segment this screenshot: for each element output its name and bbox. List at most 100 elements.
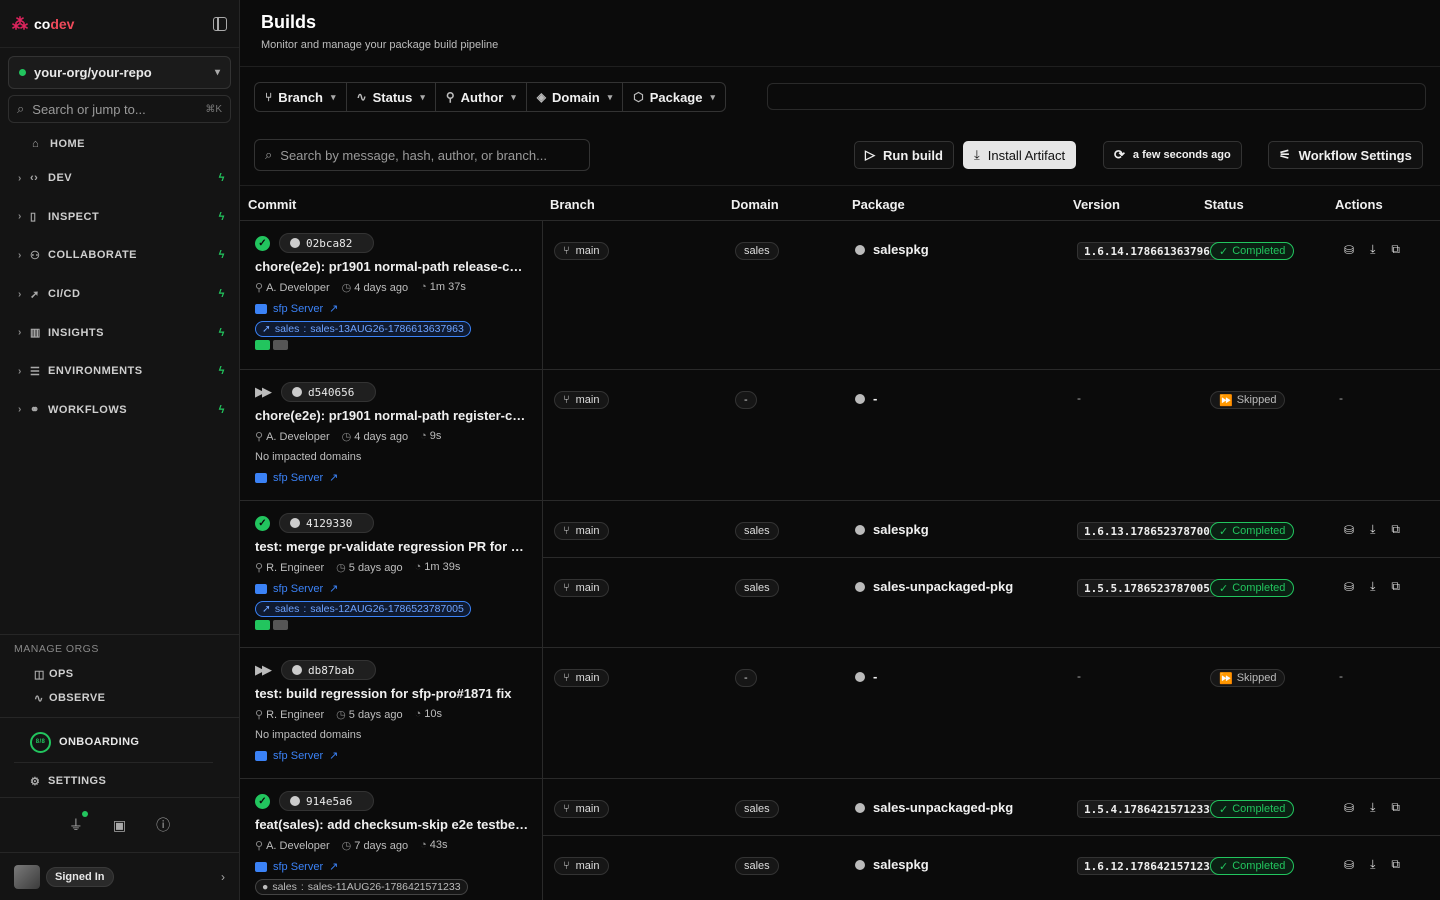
sidebar-item-dev[interactable]: › ‹› DEV ϟ bbox=[0, 159, 239, 198]
plug-icon[interactable]: ⏚ bbox=[69, 811, 88, 835]
sidebar-item-workflows[interactable]: › ⚭ WORKFLOWS ϟ bbox=[0, 391, 239, 430]
env-swatch[interactable] bbox=[273, 340, 288, 350]
commit-age: 5 days ago bbox=[348, 709, 403, 721]
deploy-icon[interactable]: ⛁ bbox=[1344, 858, 1354, 872]
package-row[interactable]: ⑂ main sales salespkg 1.6.12.178642157123… bbox=[543, 835, 1440, 891]
sidebar-item-ops[interactable]: ◫ OPS bbox=[0, 662, 239, 686]
commit-message[interactable]: feat(sales): add checksum-skip e2e testb… bbox=[255, 817, 530, 832]
page-title: Builds bbox=[261, 12, 317, 32]
clipboard-check-icon[interactable]: ▣ bbox=[113, 817, 126, 834]
package-row[interactable]: ⑂ main - - - ⏩ Skipped - bbox=[543, 648, 1440, 704]
env-swatch[interactable] bbox=[255, 620, 270, 630]
sidebar-item-collaborate[interactable]: › ⚇ COLLABORATE ϟ bbox=[0, 236, 239, 275]
copy-icon[interactable]: ⧉ bbox=[1391, 800, 1400, 815]
filter-status[interactable]: ∿ Status ▾ bbox=[347, 83, 436, 111]
refresh-button[interactable]: ⟳ a few seconds ago bbox=[1103, 141, 1242, 169]
copy-icon[interactable]: ⧉ bbox=[1391, 579, 1400, 594]
commit-hash-badge[interactable]: 4129330 bbox=[279, 513, 374, 533]
package-row[interactable]: ⑂ main sales sales-unpackaged-pkg 1.5.5.1… bbox=[543, 557, 1440, 613]
document-icon: ▯ bbox=[30, 211, 37, 224]
sidebar-item-settings[interactable]: ⚙ SETTINGS bbox=[30, 771, 225, 791]
table-row[interactable]: ▶▶ db87bab test: build regression for sf… bbox=[240, 648, 1440, 779]
package-label: - bbox=[873, 669, 878, 684]
deploy-icon[interactable]: ⛁ bbox=[1344, 580, 1354, 594]
deploy-icon[interactable]: ⛁ bbox=[1344, 523, 1354, 537]
sidebar-item-environments[interactable]: › ☰ ENVIRONMENTS ϟ bbox=[0, 352, 239, 391]
package-row[interactable]: ⑂ main sales salespkg 1.6.13.178652378700… bbox=[543, 501, 1440, 557]
column-header-status[interactable]: Status bbox=[1204, 197, 1244, 212]
commit-message[interactable]: chore(e2e): pr1901 normal-path register-… bbox=[255, 408, 530, 423]
sidebar-item-insights[interactable]: › ▥ INSIGHTS ϟ bbox=[0, 313, 239, 352]
table-row[interactable]: ▶▶ d540656 chore(e2e): pr1901 normal-pat… bbox=[240, 370, 1440, 501]
sidebar-item-label: INSPECT bbox=[48, 210, 100, 223]
download-icon[interactable]: ⤓ bbox=[1370, 242, 1375, 257]
package-row[interactable]: ⑂ main sales salespkg 1.6.14.178661363796… bbox=[543, 221, 1440, 277]
run-build-button[interactable]: ▷ Run build bbox=[854, 141, 954, 169]
package-icon bbox=[855, 671, 865, 682]
commit-message[interactable]: chore(e2e): pr1901 normal-path release-c… bbox=[255, 259, 530, 274]
deploy-icon[interactable]: ⛁ bbox=[1344, 801, 1354, 815]
brand-logo-icon: ⁂ bbox=[12, 15, 28, 33]
sidebar-item-inspect[interactable]: › ▯ INSPECT ϟ bbox=[0, 198, 239, 237]
user-menu[interactable]: Signed In › bbox=[0, 852, 239, 900]
sidebar-item-cicd[interactable]: › ➚ CI/CD ϟ bbox=[0, 275, 239, 314]
repo-selector[interactable]: your-org/your-repo ▾ bbox=[8, 56, 231, 89]
package-icon: ⬡ bbox=[633, 90, 644, 104]
jump-search-input[interactable]: ⌕ Search or jump to... ⌘K bbox=[8, 95, 231, 123]
release-tag[interactable]: ➚ sales: sales-13AUG26-1786613637963 bbox=[255, 321, 471, 337]
download-icon[interactable]: ⤓ bbox=[1370, 857, 1375, 872]
copy-icon[interactable]: ⧉ bbox=[1391, 242, 1400, 257]
server-link[interactable]: sfp Server ↗ bbox=[255, 302, 542, 315]
package-row[interactable]: ⑂ main - - - ⏩ Skipped - bbox=[543, 370, 1440, 426]
active-filters-bar[interactable] bbox=[767, 83, 1426, 110]
filter-author[interactable]: ⚲ Author ▾ bbox=[436, 83, 527, 111]
release-tag[interactable]: ● sales: sales-11AUG26-1786421571233 bbox=[255, 879, 468, 895]
package-row[interactable]: ⑂ main sales sales-unpackaged-pkg 1.5.4.1… bbox=[543, 779, 1440, 835]
commit-message[interactable]: test: build regression for sfp-pro#1871 … bbox=[255, 686, 530, 701]
sidebar-item-onboarding[interactable]: 8/8 ONBOARDING bbox=[30, 730, 225, 754]
download-icon[interactable]: ⤓ bbox=[1370, 800, 1375, 815]
commit-message[interactable]: test: merge pr-validate regression PR fo… bbox=[255, 539, 530, 554]
copy-icon[interactable]: ⧉ bbox=[1391, 522, 1400, 537]
help-icon[interactable]: ⓘ bbox=[156, 815, 170, 835]
server-link[interactable]: sfp Server ↗ bbox=[255, 749, 542, 762]
workflow-settings-button[interactable]: ⚟ Workflow Settings bbox=[1268, 141, 1423, 169]
filter-domain[interactable]: ◈ Domain ▾ bbox=[527, 83, 624, 111]
server-link[interactable]: sfp Server ↗ bbox=[255, 471, 542, 484]
column-header-branch[interactable]: Branch bbox=[550, 197, 595, 212]
main-content: Builds Monitor and manage your package b… bbox=[240, 0, 1440, 900]
commit-hash-badge[interactable]: 914e5a6 bbox=[279, 791, 374, 811]
deploy-icon[interactable]: ⛁ bbox=[1344, 243, 1354, 257]
sidebar-item-observe[interactable]: ∿ OBSERVE bbox=[0, 686, 239, 710]
brand-name[interactable]: codev bbox=[34, 16, 74, 32]
table-row[interactable]: ✓ 02bca82 chore(e2e): pr1901 normal-path… bbox=[240, 221, 1440, 370]
table-row[interactable]: ✓ 4129330 test: merge pr-validate regres… bbox=[240, 501, 1440, 648]
commit-hash-badge[interactable]: d540656 bbox=[281, 382, 376, 402]
download-icon[interactable]: ⤓ bbox=[1370, 579, 1375, 594]
sidebar-item-home[interactable]: ⌂ HOME bbox=[0, 129, 239, 159]
download-icon[interactable]: ⤓ bbox=[1370, 522, 1375, 537]
server-link[interactable]: sfp Server ↗ bbox=[255, 582, 542, 595]
install-artifact-button[interactable]: ⤓ Install Artifact bbox=[963, 141, 1077, 169]
column-header-domain[interactable]: Domain bbox=[731, 197, 779, 212]
column-header-version[interactable]: Version bbox=[1073, 197, 1120, 212]
commit-hash-badge[interactable]: db87bab bbox=[281, 660, 376, 680]
divider bbox=[14, 762, 213, 763]
filter-package[interactable]: ⬡ Package ▾ bbox=[623, 83, 725, 111]
table-row[interactable]: ✓ 914e5a6 feat(sales): add checksum-skip… bbox=[240, 779, 1440, 900]
copy-icon[interactable]: ⧉ bbox=[1391, 857, 1400, 872]
branch-chip: ⑂ main bbox=[554, 669, 610, 687]
filter-branch[interactable]: ⑂ Branch ▾ bbox=[255, 83, 347, 111]
server-name: sfp Server bbox=[273, 749, 324, 762]
column-header-commit[interactable]: Commit bbox=[248, 197, 296, 212]
server-link[interactable]: sfp Server ↗ bbox=[255, 860, 542, 873]
release-tag[interactable]: ➚ sales: sales-12AUG26-1786523787005 bbox=[255, 601, 471, 617]
sidebar-collapse-icon[interactable] bbox=[213, 16, 227, 31]
build-search-input[interactable]: ⌕ Search by message, hash, author, or br… bbox=[254, 139, 590, 171]
column-header-package[interactable]: Package bbox=[852, 197, 905, 212]
filter-label: Branch bbox=[278, 89, 323, 105]
commit-hash-badge[interactable]: 02bca82 bbox=[279, 233, 374, 253]
sidebar-item-label: COLLABORATE bbox=[48, 249, 138, 262]
env-swatch[interactable] bbox=[255, 340, 270, 350]
env-swatch[interactable] bbox=[273, 620, 288, 630]
